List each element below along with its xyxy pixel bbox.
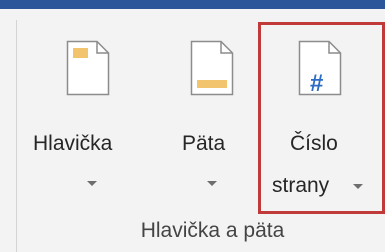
footer-doc-icon [190,40,234,96]
dropdown-arrow-icon [87,181,97,186]
ribbon-group-label: Hlavička a päta [140,219,285,242]
header-button-label: Hlavička [33,132,113,155]
group-separator [16,20,17,252]
footer-button[interactable]: Päta [172,28,256,204]
footer-button-label: Päta [182,132,226,155]
header-doc-icon [66,40,110,96]
ribbon-accent-bar [0,0,385,9]
header-button[interactable]: Hlavička [26,28,136,204]
highlight-frame [258,22,385,214]
dropdown-arrow-icon [207,181,217,186]
